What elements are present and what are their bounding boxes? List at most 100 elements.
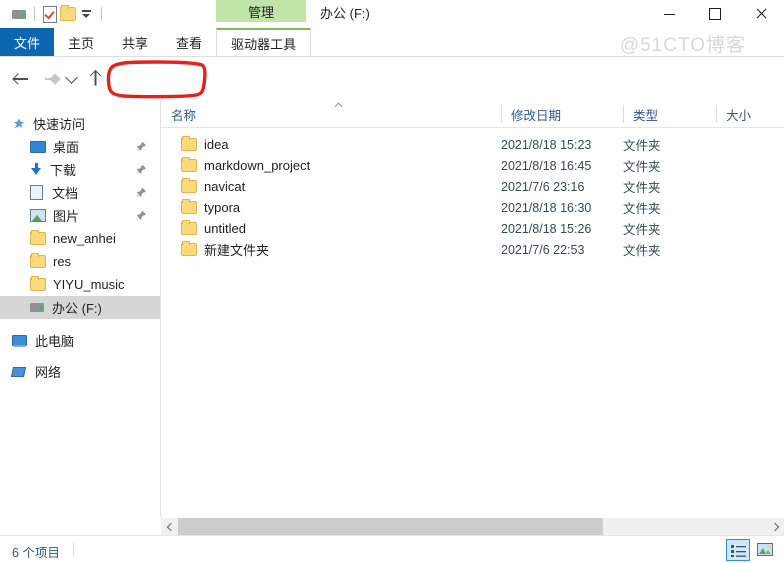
customize-dropdown-icon[interactable] bbox=[77, 5, 95, 23]
table-row[interactable]: 新建文件夹 2021/7/6 22:53 文件夹 bbox=[161, 239, 784, 260]
file-type-cell: 文件夹 bbox=[623, 160, 661, 174]
horizontal-scrollbar[interactable] bbox=[161, 518, 784, 535]
up-button[interactable] bbox=[82, 67, 108, 91]
column-header-date-label: 修改日期 bbox=[511, 108, 562, 123]
maximize-icon bbox=[709, 8, 721, 20]
file-type-cell: 文件夹 bbox=[623, 223, 661, 237]
chevron-right-icon bbox=[770, 522, 779, 531]
column-header-name[interactable]: 名称 bbox=[161, 101, 501, 127]
tab-drive-tools[interactable]: 驱动器工具 bbox=[216, 28, 312, 56]
large-icons-view-icon bbox=[757, 542, 773, 556]
sidebar-item-label: 快速访问 bbox=[33, 117, 86, 132]
sidebar-item-label: new_anhei bbox=[53, 231, 116, 246]
folder-icon bbox=[181, 220, 197, 235]
large-icons-view-button[interactable] bbox=[754, 539, 776, 559]
scrollbar-thumb[interactable] bbox=[178, 518, 603, 535]
sidebar-item-label: 此电脑 bbox=[35, 334, 75, 349]
column-header-size[interactable]: 大小 bbox=[716, 101, 784, 127]
file-name-cell: 新建文件夹 bbox=[181, 239, 269, 260]
pin-icon[interactable] bbox=[136, 141, 147, 152]
file-date-cell: 2021/7/6 22:53 bbox=[501, 242, 585, 257]
pin-icon[interactable] bbox=[136, 210, 147, 221]
tab-view-label: 查看 bbox=[176, 35, 203, 51]
close-button[interactable] bbox=[738, 0, 784, 28]
drive-icon[interactable] bbox=[10, 5, 28, 23]
tab-view[interactable]: 查看 bbox=[162, 28, 216, 56]
sidebar-item-res[interactable]: res bbox=[0, 250, 160, 273]
ribbon-tabs: 文件 主页 共享 查看 驱动器工具 bbox=[0, 28, 312, 56]
new-folder-icon[interactable] bbox=[59, 5, 77, 23]
chevron-down-icon bbox=[64, 70, 78, 84]
minimize-button[interactable] bbox=[646, 0, 692, 28]
chevron-left-icon bbox=[166, 522, 175, 531]
sidebar-item-desktop[interactable]: 桌面 bbox=[0, 135, 160, 158]
forward-button[interactable] bbox=[38, 67, 64, 91]
file-name-cell: untitled bbox=[181, 218, 246, 239]
file-name-cell: markdown_project bbox=[181, 155, 310, 176]
table-row[interactable]: idea 2021/8/18 15:23 文件夹 bbox=[161, 134, 784, 155]
column-header-date[interactable]: 修改日期 bbox=[501, 101, 623, 127]
file-date-cell: 2021/8/18 16:45 bbox=[501, 158, 592, 173]
sidebar-item-network[interactable]: 网络 bbox=[0, 360, 160, 383]
file-name-label: navicat bbox=[204, 179, 246, 194]
column-header-type[interactable]: 类型 bbox=[623, 101, 716, 127]
sidebar-item-label: YIYU_music bbox=[53, 277, 125, 292]
scroll-right-button[interactable] bbox=[767, 518, 784, 535]
tab-file-label: 文件 bbox=[14, 35, 41, 51]
back-button[interactable] bbox=[8, 67, 34, 91]
column-header-size-label: 大小 bbox=[726, 108, 752, 123]
sidebar-item-drive-f[interactable]: 办公 (F:) bbox=[0, 296, 160, 319]
contextual-tab-group-header: 管理 bbox=[216, 0, 306, 22]
maximize-button[interactable] bbox=[692, 0, 738, 28]
folder-icon bbox=[30, 276, 46, 291]
sidebar-item-label: 办公 (F:) bbox=[52, 301, 102, 316]
file-type-cell: 文件夹 bbox=[623, 181, 661, 195]
pin-icon[interactable] bbox=[136, 164, 147, 175]
tab-share[interactable]: 共享 bbox=[108, 28, 162, 56]
properties-icon[interactable] bbox=[41, 5, 59, 23]
file-date-cell: 2021/7/6 23:16 bbox=[501, 179, 585, 194]
file-date-cell: 2021/8/18 16:30 bbox=[501, 200, 592, 215]
file-name-cell: typora bbox=[181, 197, 240, 218]
window-controls bbox=[646, 0, 784, 28]
table-row[interactable]: untitled 2021/8/18 15:26 文件夹 bbox=[161, 218, 784, 239]
watermark-label: @51CTO博客 bbox=[619, 35, 746, 56]
file-name-label: untitled bbox=[204, 221, 246, 236]
folder-icon bbox=[30, 230, 46, 245]
tab-file[interactable]: 文件 bbox=[0, 28, 55, 56]
file-type-cell: 文件夹 bbox=[623, 202, 661, 216]
file-name-cell: navicat bbox=[181, 176, 245, 197]
sidebar-item-quick-access[interactable]: 快速访问 bbox=[0, 112, 160, 135]
pictures-icon bbox=[30, 209, 46, 222]
file-date-cell: 2021/8/18 15:23 bbox=[501, 137, 592, 152]
title-bar: 管理 办公 (F:) bbox=[0, 0, 784, 28]
status-divider bbox=[73, 543, 74, 556]
sidebar-item-pictures[interactable]: 图片 bbox=[0, 204, 160, 227]
details-view-icon bbox=[730, 544, 746, 557]
scroll-left-button[interactable] bbox=[161, 518, 178, 535]
file-type-cell: 文件夹 bbox=[623, 139, 661, 153]
folder-icon bbox=[181, 178, 197, 193]
table-row[interactable]: navicat 2021/7/6 23:16 文件夹 bbox=[161, 176, 784, 197]
table-row[interactable]: typora 2021/8/18 16:30 文件夹 bbox=[161, 197, 784, 218]
pin-icon[interactable] bbox=[136, 187, 147, 198]
details-view-button[interactable] bbox=[726, 539, 750, 561]
folder-icon bbox=[181, 241, 197, 256]
recent-locations-button[interactable] bbox=[62, 67, 80, 91]
tab-home[interactable]: 主页 bbox=[54, 28, 108, 56]
sidebar-item-downloads[interactable]: 下载 bbox=[0, 158, 160, 181]
tab-drive-tools-label: 驱动器工具 bbox=[231, 36, 297, 52]
table-row[interactable]: markdown_project 2021/8/18 16:45 文件夹 bbox=[161, 155, 784, 176]
sidebar-item-this-pc[interactable]: 此电脑 bbox=[0, 329, 160, 352]
file-name-cell: idea bbox=[181, 134, 229, 155]
toolbar-divider bbox=[34, 7, 35, 21]
sidebar-item-yiyu-music[interactable]: YIYU_music bbox=[0, 273, 160, 296]
file-name-label: idea bbox=[204, 137, 229, 152]
sidebar-item-new-anhei[interactable]: new_anhei bbox=[0, 227, 160, 250]
sidebar-item-label: res bbox=[53, 254, 72, 269]
view-mode-buttons bbox=[726, 539, 776, 561]
folder-icon bbox=[181, 157, 197, 172]
sidebar-item-documents[interactable]: 文档 bbox=[0, 181, 160, 204]
column-header-name-label: 名称 bbox=[171, 108, 197, 123]
network-icon bbox=[12, 366, 27, 378]
